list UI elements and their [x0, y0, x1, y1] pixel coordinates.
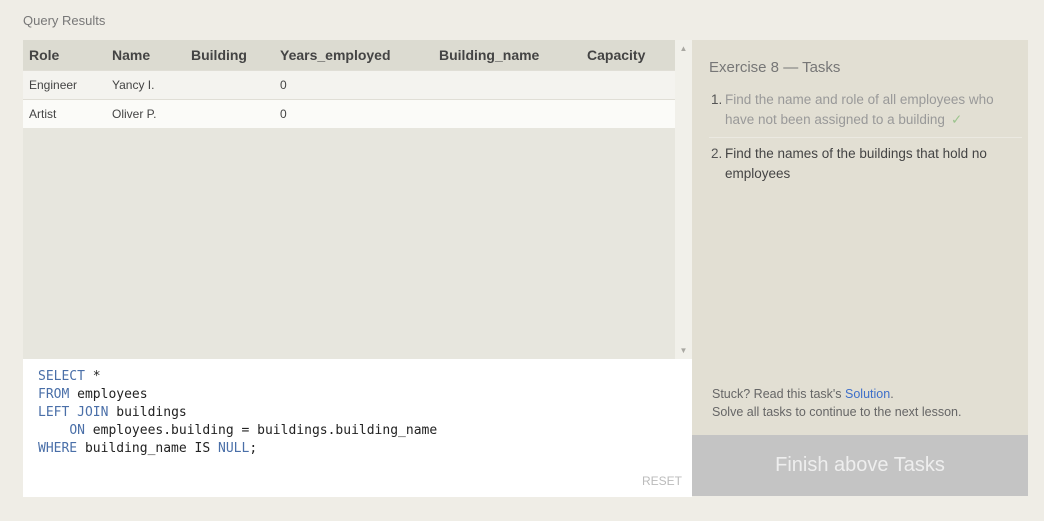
table-cell	[185, 99, 274, 128]
sql-text: employees	[69, 387, 148, 402]
reset-button[interactable]: RESET	[642, 474, 682, 488]
results-table-container: Role Name Building Years_employed Buildi…	[23, 40, 675, 359]
sql-keyword: SELECT	[38, 369, 85, 384]
hint-prefix: Stuck? Read this task's	[712, 387, 846, 401]
solution-link[interactable]: Solution	[845, 387, 890, 401]
sql-text: ;	[249, 441, 258, 456]
sql-keyword: ON	[69, 423, 85, 438]
table-row: Artist Oliver P. 0	[23, 99, 675, 128]
table-cell	[581, 70, 675, 100]
table-header-row: Role Name Building Years_employed Buildi…	[23, 40, 675, 71]
scroll-down-arrow-icon[interactable]: ▼	[675, 342, 692, 359]
table-cell: Yancy I.	[106, 70, 185, 100]
column-header-building-name[interactable]: Building_name	[433, 40, 581, 71]
column-header-role[interactable]: Role	[23, 40, 106, 71]
table-cell: 0	[274, 70, 433, 100]
task-list: 1. Find the name and role of all employe…	[709, 90, 1022, 197]
hint-suffix: .	[890, 387, 894, 401]
table-cell: Engineer	[23, 70, 106, 100]
hint-text: Stuck? Read this task's Solution. Solve …	[712, 385, 961, 421]
results-scrollbar[interactable]: ▲ ▼	[675, 40, 692, 359]
task-item-2: 2. Find the names of the buildings that …	[709, 144, 1022, 191]
table-cell	[185, 70, 274, 100]
task-item-1: 1. Find the name and role of all employe…	[709, 90, 1022, 138]
column-header-name[interactable]: Name	[106, 40, 185, 71]
results-table: Role Name Building Years_employed Buildi…	[23, 40, 675, 128]
table-cell	[433, 99, 581, 128]
sql-keyword: NULL	[218, 441, 250, 456]
sql-keyword: WHERE	[38, 441, 78, 456]
table-cell: 0	[274, 99, 433, 128]
task-number: 1.	[711, 92, 723, 107]
sql-keyword: LEFT JOIN	[38, 405, 109, 420]
task-text: Find the names of the buildings that hol…	[725, 146, 987, 181]
hint-line-2: Solve all tasks to continue to the next …	[712, 405, 962, 419]
table-row: Engineer Yancy I. 0	[23, 70, 675, 100]
table-cell	[433, 70, 581, 100]
query-results-title: Query Results	[23, 13, 106, 28]
results-panel: Role Name Building Years_employed Buildi…	[23, 40, 692, 359]
sql-text: buildings	[108, 405, 187, 420]
scroll-up-arrow-icon[interactable]: ▲	[675, 40, 692, 57]
checkmark-icon: ✓	[950, 112, 963, 127]
sql-text: employees.building = buildings.building_…	[84, 423, 438, 438]
table-cell: Oliver P.	[106, 99, 185, 128]
sql-text: building_name IS	[77, 441, 219, 456]
tasks-title: Exercise 8 — Tasks	[709, 59, 841, 76]
column-header-capacity[interactable]: Capacity	[581, 40, 675, 71]
column-header-building[interactable]: Building	[185, 40, 274, 71]
sql-editor[interactable]: SELECT * FROM employees LEFT JOIN buildi…	[23, 359, 692, 497]
tasks-panel: Exercise 8 — Tasks 1. Find the name and …	[692, 40, 1028, 435]
sql-keyword: FROM	[38, 387, 70, 402]
table-cell: Artist	[23, 99, 106, 128]
sql-text: *	[84, 369, 101, 384]
table-cell	[581, 99, 675, 128]
column-header-years-employed[interactable]: Years_employed	[274, 40, 433, 71]
sql-code[interactable]: SELECT * FROM employees LEFT JOIN buildi…	[38, 368, 437, 458]
finish-tasks-button[interactable]: Finish above Tasks	[692, 435, 1028, 496]
task-number: 2.	[711, 146, 723, 161]
